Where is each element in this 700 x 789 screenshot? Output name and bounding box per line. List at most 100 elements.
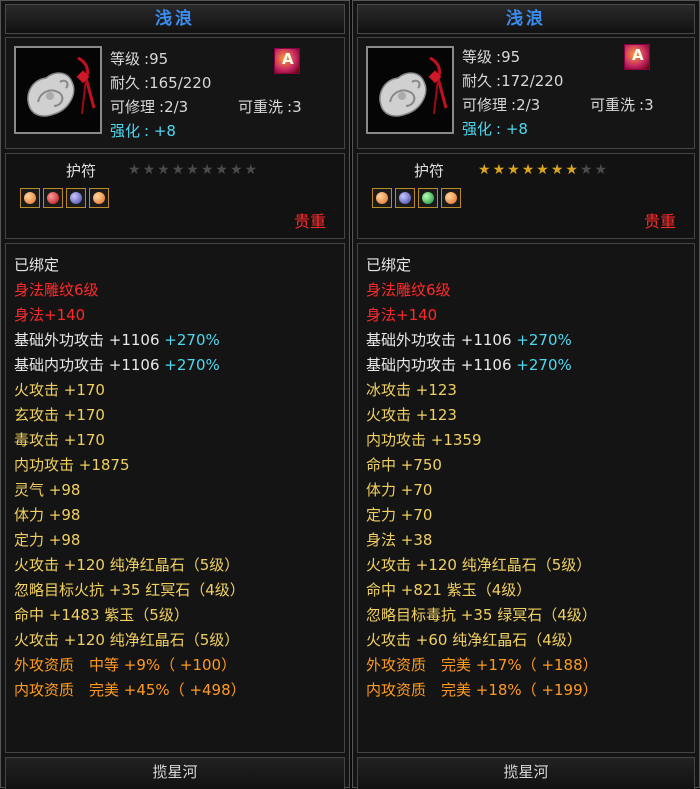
rewash-stat: 可重洗:3 — [590, 96, 654, 114]
item-icon[interactable] — [366, 46, 454, 134]
rank-badge-icon: A — [624, 44, 650, 70]
attribute-text: 火攻击 +123 — [366, 406, 457, 424]
attribute-line: 命中 +1483 紫玉（5级） — [14, 604, 189, 625]
attribute-line: 火攻击 +120 纯净红晶石（5级） — [14, 629, 239, 650]
item-tooltip-left: 浅浪 等级:95 耐久:165/220 可修理:2/3 可重洗:3 强化: +8… — [0, 0, 350, 789]
attribute-text: 火攻击 +120 纯净红晶石（5级） — [14, 556, 240, 574]
green-gem-icon[interactable] — [418, 188, 438, 208]
level-stat: 等级:95 — [110, 50, 169, 68]
attribute-line: 体力 +98 — [14, 504, 80, 525]
attribute-text: 命中 +750 — [366, 456, 442, 474]
attribute-text: 外攻资质 完美 +17%（ +188） — [366, 656, 598, 674]
attribute-text: 冰攻击 +123 — [366, 381, 457, 399]
attribute-text: 毒攻击 +170 — [14, 431, 105, 449]
attribute-text: 基础内功攻击 +1106 — [14, 356, 160, 374]
attribute-text: 身法雕纹6级 — [366, 281, 451, 299]
star-icon: ★ — [478, 162, 493, 178]
attribute-line: 外攻资质 中等 +9%（ +100） — [14, 654, 236, 675]
attribute-line: 忽略目标火抗 +35 红冥石（4级） — [14, 579, 245, 600]
item-tooltip-right: 浅浪 等级:95 耐久:172/220 可修理:2/3 可重洗:3 强化: +8… — [352, 0, 700, 789]
attribute-line: 身法雕纹6级 — [14, 279, 99, 300]
attribute-line: 外攻资质 完美 +17%（ +188） — [366, 654, 598, 675]
attribute-line: 灵气 +98 — [14, 479, 80, 500]
attribute-line: 基础外功攻击 +1106 +270% — [14, 329, 220, 350]
attribute-line: 内功攻击 +1359 — [366, 429, 482, 450]
attribute-text: 身法雕纹6级 — [14, 281, 99, 299]
attribute-line: 火攻击 +123 — [366, 404, 457, 425]
attribute-line: 定力 +98 — [14, 529, 80, 550]
attribute-text: 基础内功攻击 +1106 — [366, 356, 512, 374]
talisman-label: 护符 — [414, 162, 445, 180]
attribute-line: 冰攻击 +123 — [366, 379, 457, 400]
attribute-text: 外攻资质 中等 +9%（ +100） — [14, 656, 237, 674]
item-title: 浅浪 — [357, 4, 695, 34]
orange-gem-icon[interactable] — [372, 188, 392, 208]
attribute-bonus: +270% — [159, 356, 220, 374]
attribute-bonus: +270% — [511, 331, 572, 349]
attribute-line: 基础外功攻击 +1106 +270% — [366, 329, 572, 350]
attribute-line: 玄攻击 +170 — [14, 404, 105, 425]
attribute-bonus: +270% — [511, 356, 572, 374]
rank-badge-icon: A — [274, 48, 300, 74]
attribute-line: 定力 +70 — [366, 504, 432, 525]
orange-gem-icon[interactable] — [89, 188, 109, 208]
purple-gem-icon[interactable] — [66, 188, 86, 208]
attribute-line: 身法+140 — [14, 304, 85, 325]
attribute-line: 基础内功攻击 +1106 +270% — [14, 354, 220, 375]
attribute-text: 体力 +70 — [366, 481, 433, 499]
repair-stat: 可修理:2/3 — [462, 96, 541, 114]
talisman-section: 护符 ★★★★★★★★★ 贵重 — [5, 153, 345, 239]
item-header: 等级:95 耐久:172/220 可修理:2/3 可重洗:3 强化: +8 A — [357, 37, 695, 149]
attribute-line: 命中 +821 紫玉（4级） — [366, 579, 531, 600]
star-rating: ★★★★★★★★★ — [478, 162, 609, 178]
durability-stat: 耐久:165/220 — [110, 74, 212, 92]
attribute-line: 火攻击 +170 — [14, 379, 105, 400]
purple-gem-icon[interactable] — [395, 188, 415, 208]
attribute-text: 忽略目标火抗 +35 红冥石（4级） — [14, 581, 245, 599]
attribute-text: 内攻资质 完美 +18%（ +199） — [366, 681, 598, 699]
attribute-bonus: +270% — [159, 331, 220, 349]
item-title: 浅浪 — [5, 4, 345, 34]
attribute-text: 火攻击 +120 纯净红晶石（5级） — [14, 631, 240, 649]
precious-label: 贵重 — [643, 212, 676, 231]
orange-gem-icon[interactable] — [20, 188, 40, 208]
star-icon: ★ — [579, 162, 595, 178]
star-icon: ★ — [536, 162, 551, 178]
item-header: 等级:95 耐久:165/220 可修理:2/3 可重洗:3 强化: +8 A — [5, 37, 345, 149]
star-icon: ★ — [492, 162, 508, 178]
attribute-text: 内功攻击 +1875 — [14, 456, 130, 474]
attribute-text: 玄攻击 +170 — [14, 406, 105, 424]
jade-pendant-icon — [16, 48, 100, 132]
attribute-line: 火攻击 +60 纯净红晶石（4级） — [366, 629, 582, 650]
repair-stat: 可修理:2/3 — [110, 98, 189, 116]
set-name: 揽星河 — [5, 757, 345, 789]
attribute-text: 内功攻击 +1359 — [366, 431, 482, 449]
attribute-line: 身法雕纹6级 — [366, 279, 451, 300]
star-icon: ★ — [507, 162, 522, 178]
attribute-line: 内攻资质 完美 +45%（ +498） — [14, 679, 246, 700]
attribute-line: 已绑定 — [14, 254, 59, 275]
red-gem-icon[interactable] — [43, 188, 63, 208]
attribute-text: 命中 +1483 紫玉（5级） — [14, 606, 189, 624]
attribute-text: 身法+140 — [14, 306, 86, 324]
star-icon: ★ — [229, 162, 245, 178]
attribute-line: 命中 +750 — [366, 454, 442, 475]
star-icon: ★ — [171, 162, 187, 178]
attribute-text: 命中 +821 紫玉（4级） — [366, 581, 532, 599]
attribute-text: 定力 +70 — [366, 506, 433, 524]
attribute-line: 内功攻击 +1875 — [14, 454, 130, 475]
attribute-list: 已绑定 身法雕纹6级 身法+140 基础外功攻击 +1106 +270% 基础内功攻击 … — [357, 243, 695, 753]
star-icon: ★ — [200, 162, 216, 178]
attribute-line: 基础内功攻击 +1106 +270% — [366, 354, 572, 375]
attribute-line: 忽略目标毒抗 +35 绿冥石（4级） — [366, 604, 597, 625]
item-icon[interactable] — [14, 46, 102, 134]
star-icon: ★ — [521, 162, 537, 178]
star-icon: ★ — [550, 162, 566, 178]
rewash-stat: 可重洗:3 — [238, 98, 302, 116]
gem-sockets — [372, 188, 464, 212]
star-icon: ★ — [244, 162, 260, 178]
orange-gem-icon[interactable] — [441, 188, 461, 208]
attribute-line: 已绑定 — [366, 254, 411, 275]
attribute-text: 基础外功攻击 +1106 — [366, 331, 512, 349]
attribute-text: 身法 +38 — [366, 531, 433, 549]
